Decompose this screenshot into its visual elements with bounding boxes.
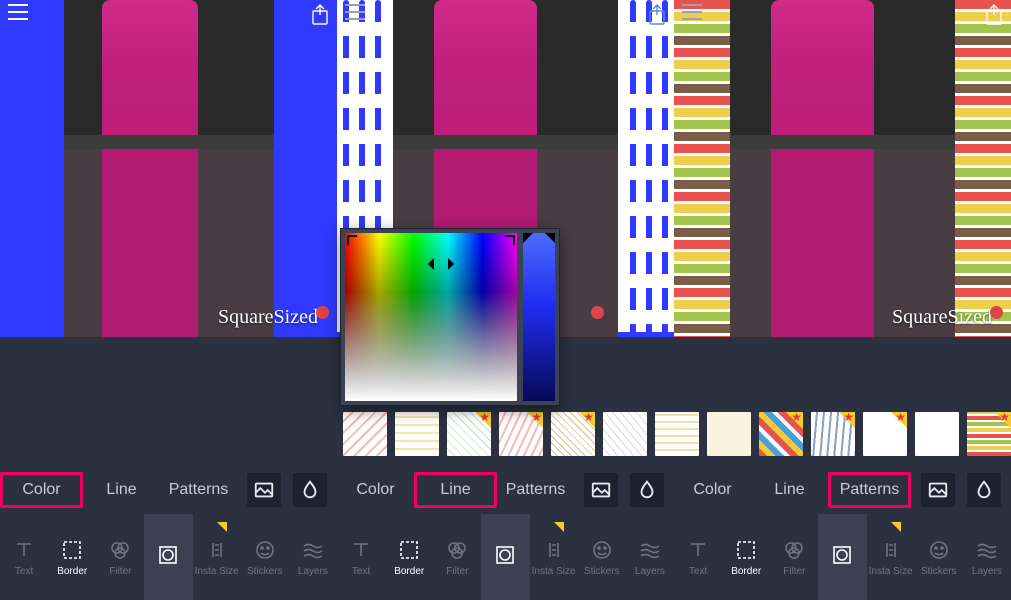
droplet-icon[interactable]: [630, 473, 664, 507]
photo[interactable]: [64, 0, 274, 337]
subtabs-panel-1: Color Line Patterns: [0, 466, 337, 514]
tab-line[interactable]: Line: [414, 472, 497, 508]
tool-border[interactable]: Border: [385, 514, 433, 600]
pattern-thumb[interactable]: ★: [551, 412, 595, 456]
tool-text[interactable]: Text: [337, 514, 385, 600]
droplet-icon[interactable]: [293, 473, 327, 507]
canvas[interactable]: SquareSized: [0, 0, 337, 340]
tool-border[interactable]: Border: [48, 514, 96, 600]
tool-filter[interactable]: Filter: [433, 514, 481, 600]
pattern-thumbnail-strip[interactable]: ★ ★ ★ ★ ★ ★ ★: [341, 412, 1011, 456]
image-gallery-icon[interactable]: [921, 473, 955, 507]
pattern-thumb[interactable]: ★: [447, 412, 491, 456]
tab-patterns[interactable]: Patterns: [160, 475, 237, 505]
pattern-thumb[interactable]: ★: [967, 412, 1011, 456]
subtabs-panel-3: Color Line Patterns: [674, 466, 1011, 514]
share-icon[interactable]: [985, 4, 1003, 26]
bottom-toolbar: Text Border Filter Insta Size Stickers L…: [0, 514, 1011, 600]
tool-layers[interactable]: Layers: [963, 514, 1011, 600]
pattern-thumb[interactable]: [343, 412, 387, 456]
canvas[interactable]: SquareSized: [674, 0, 1011, 340]
tab-patterns[interactable]: Patterns: [497, 475, 574, 505]
tool-square-crop[interactable]: [818, 514, 866, 600]
pattern-thumb[interactable]: [395, 412, 439, 456]
pattern-thumb[interactable]: ★: [811, 412, 855, 456]
menu-icon[interactable]: [8, 4, 28, 20]
tool-text[interactable]: Text: [674, 514, 722, 600]
tool-layers[interactable]: Layers: [626, 514, 674, 600]
tool-square-crop[interactable]: [481, 514, 529, 600]
menu-icon[interactable]: [682, 4, 702, 20]
tool-text[interactable]: Text: [0, 514, 48, 600]
tool-stickers[interactable]: Stickers: [578, 514, 626, 600]
color-picker-hue-slider[interactable]: [523, 233, 555, 401]
watermark: SquareSized: [892, 306, 1003, 329]
tab-color[interactable]: Color: [674, 475, 751, 505]
tool-instasize[interactable]: Insta Size: [193, 514, 241, 600]
pattern-thumb[interactable]: [655, 412, 699, 456]
border-subtabs: Color Line Patterns Color Line Patterns …: [0, 466, 1011, 514]
droplet-icon[interactable]: [967, 473, 1001, 507]
tool-filter[interactable]: Filter: [770, 514, 818, 600]
pattern-thumb[interactable]: ★: [863, 412, 907, 456]
tab-line[interactable]: Line: [83, 475, 160, 505]
share-icon[interactable]: [648, 4, 666, 26]
tool-stickers[interactable]: Stickers: [915, 514, 963, 600]
tool-filter[interactable]: Filter: [96, 514, 144, 600]
pattern-thumb[interactable]: [603, 412, 647, 456]
subtabs-panel-2: Color Line Patterns: [337, 466, 674, 514]
color-picker[interactable]: [340, 228, 560, 406]
color-picker-pointer[interactable]: [434, 257, 448, 271]
tool-layers[interactable]: Layers: [289, 514, 337, 600]
pattern-thumb[interactable]: [707, 412, 751, 456]
tab-line[interactable]: Line: [751, 475, 828, 505]
tab-patterns[interactable]: Patterns: [828, 472, 911, 508]
tab-color[interactable]: Color: [337, 475, 414, 505]
photo[interactable]: [730, 0, 955, 337]
tool-square-crop[interactable]: [144, 514, 192, 600]
tool-instasize[interactable]: Insta Size: [530, 514, 578, 600]
image-gallery-icon[interactable]: [247, 473, 281, 507]
pattern-thumb[interactable]: [915, 412, 959, 456]
tool-instasize[interactable]: Insta Size: [867, 514, 915, 600]
image-gallery-icon[interactable]: [584, 473, 618, 507]
menu-icon[interactable]: [345, 4, 365, 20]
pattern-thumb[interactable]: ★: [499, 412, 543, 456]
share-icon[interactable]: [311, 4, 329, 26]
tab-color[interactable]: Color: [0, 472, 83, 508]
tool-border[interactable]: Border: [722, 514, 770, 600]
watermark: SquareSized: [218, 306, 329, 329]
pattern-thumb[interactable]: ★: [759, 412, 803, 456]
tool-stickers[interactable]: Stickers: [241, 514, 289, 600]
color-picker-saturation-area[interactable]: [345, 233, 517, 401]
